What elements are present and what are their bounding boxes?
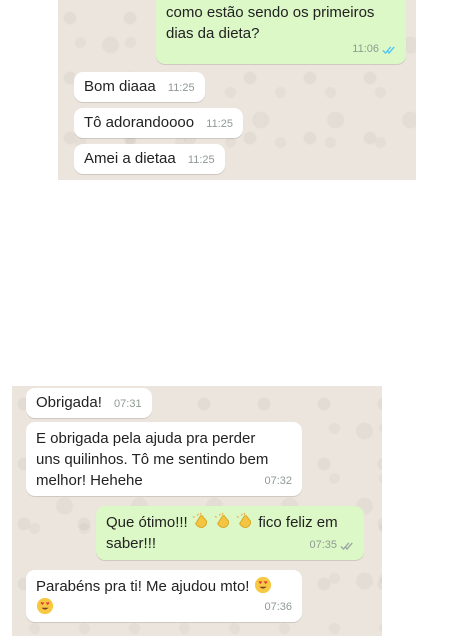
message-time: 07:36 (264, 601, 292, 613)
message-meta: 07:36 (264, 597, 292, 618)
message-text: melhor! Hehehe (36, 472, 143, 489)
chat-screenshot-bottom: Obrigada! 07:31 E obrigada pela ajuda pr… (12, 386, 382, 636)
message-text: Obrigada! (36, 394, 102, 411)
message-text: Amei a dietaa (84, 150, 176, 167)
message-time: 11:25 (187, 154, 215, 166)
message-time: 11:25 (167, 82, 195, 94)
message-time: 07:32 (264, 475, 292, 487)
message-time: 07:31 (114, 398, 142, 410)
message-incoming[interactable]: Bom diaaa 11:25 (74, 72, 205, 102)
message-time: 07:35 (309, 539, 337, 551)
message-text: fico feliz em (258, 514, 338, 531)
message-text: E obrigada pela ajuda pra perder (36, 430, 256, 447)
double-check-delivered-icon (340, 542, 353, 550)
message-meta: 11:06 (352, 39, 396, 60)
message-line: Parabéns pra ti! Me ajudou mto! (36, 576, 292, 597)
message-incoming[interactable]: Parabéns pra ti! Me ajudou mto! 07:36 (26, 570, 302, 622)
clapping-hands-icon (214, 512, 230, 528)
message-text: Tô adorandoooo (84, 114, 195, 131)
clapping-hands-icon (192, 512, 207, 528)
message-time: 11:06 (352, 43, 379, 55)
message-time: 11:25 (206, 118, 233, 130)
message-text: Parabéns pra ti! Me ajudou mto! (36, 578, 250, 595)
message-incoming[interactable]: Obrigada! 07:31 (26, 388, 152, 418)
message-text: Bom diaaa (84, 78, 156, 95)
message-meta: 07:35 (309, 535, 354, 556)
chat-screenshot-top: como estão sendo os primeiros dias da di… (58, 0, 416, 180)
message-outgoing[interactable]: como estão sendo os primeiros dias da di… (156, 0, 406, 64)
message-text: como estão sendo os primeiros (166, 4, 375, 21)
message-line: Que ótimo!!! fico feliz em (106, 512, 354, 533)
message-incoming[interactable]: E obrigada pela ajuda pra perder uns qui… (26, 422, 302, 496)
message-incoming[interactable]: Amei a dietaa 11:25 (74, 144, 225, 174)
heart-eyes-icon (36, 597, 54, 615)
message-text: uns quilinhos. Tô me sentindo bem (36, 451, 269, 468)
message-outgoing[interactable]: Que ótimo!!! fico feliz em saber!!! 07:3… (96, 506, 364, 560)
heart-eyes-icon (254, 576, 271, 594)
message-text: Que ótimo!!! (106, 514, 188, 531)
clapping-hands-icon (236, 512, 252, 528)
double-check-read-icon (382, 46, 395, 54)
message-incoming[interactable]: Tô adorandoooo 11:25 (74, 108, 243, 138)
message-meta: 07:32 (264, 471, 292, 492)
